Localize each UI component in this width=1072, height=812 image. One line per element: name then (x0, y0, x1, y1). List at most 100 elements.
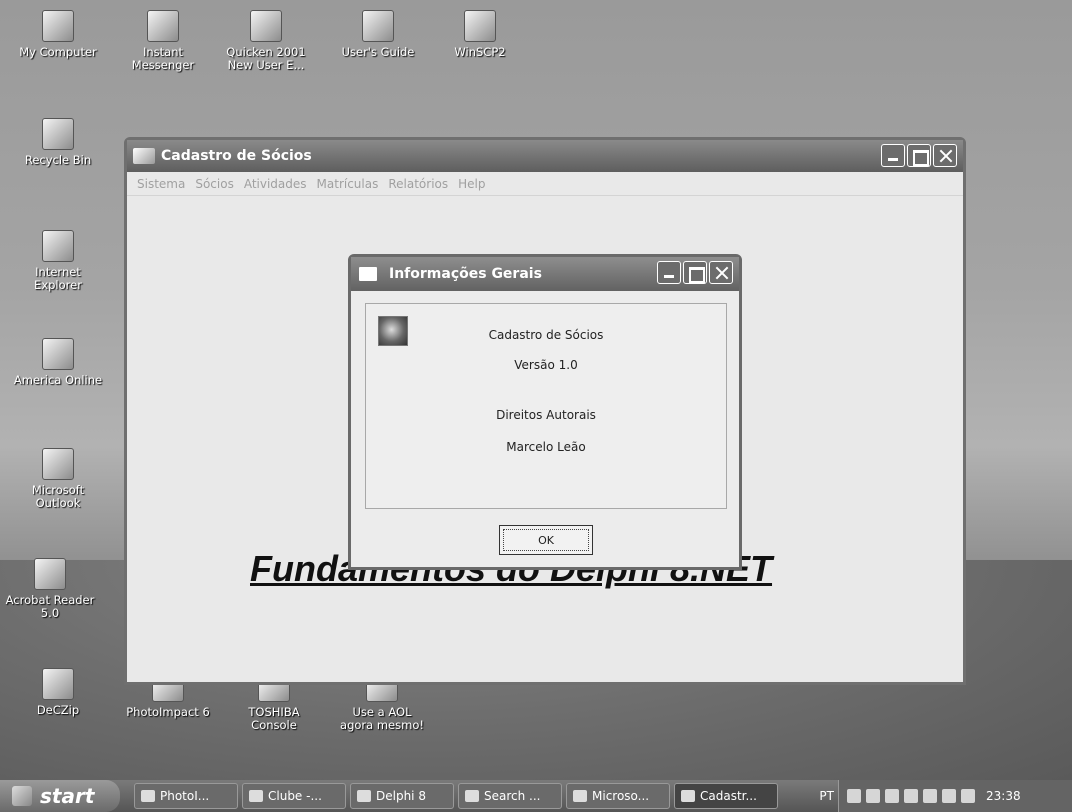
task-clube[interactable]: Clube -... (242, 783, 346, 809)
acrobat-icon (34, 558, 66, 590)
task-label: Clube -... (268, 789, 322, 803)
desktop-icon-toshiba-console[interactable]: TOSHIBA Console (226, 680, 322, 732)
menu-socios[interactable]: Sócios (195, 177, 233, 191)
desktop-icon-quicken[interactable]: Quicken 2001 New User E... (218, 10, 314, 72)
computer-icon (42, 10, 74, 42)
desktop-icon-use-aol[interactable]: Use a AOL agora mesmo! (334, 680, 430, 732)
dialog-minimize-button[interactable] (657, 261, 681, 284)
network-icon[interactable] (847, 789, 861, 803)
search-icon (465, 790, 479, 802)
task-label: PhotoI... (160, 789, 210, 803)
desktop-icon-label: PhotoImpact 6 (126, 705, 210, 719)
dialog-title: Informações Gerais (389, 266, 542, 282)
main-window-title: Cadastro de Sócios (161, 148, 312, 164)
desktop-icon-label: Use a AOL agora mesmo! (340, 705, 424, 733)
menu-bar: Sistema Sócios Atividades Matrículas Rel… (127, 172, 963, 196)
author-name: Marcelo Leão (506, 440, 586, 454)
desktop-icon-users-guide[interactable]: User's Guide (330, 10, 426, 59)
deczip-icon (42, 668, 74, 700)
minimize-button[interactable] (881, 144, 905, 167)
desktop-icon-america-online[interactable]: America Online (10, 338, 106, 387)
main-window-titlebar[interactable]: Cadastro de Sócios (127, 140, 963, 172)
desktop-icon-instant-messenger[interactable]: Instant Messenger (115, 10, 211, 72)
desktop-icon-label: Quicken 2001 New User E... (226, 45, 306, 73)
desktop-icon-label: Internet Explorer (34, 265, 82, 293)
desktop-icon-label: Recycle Bin (24, 153, 92, 167)
desktop-icon-acrobat-reader[interactable]: Acrobat Reader 5.0 (2, 558, 98, 620)
task-label: Microso... (592, 789, 650, 803)
menu-help[interactable]: Help (458, 177, 485, 191)
desktop-icon-my-computer[interactable]: My Computer (10, 10, 106, 59)
internet-explorer-icon (42, 230, 74, 262)
version-text: Versão 1.0 (514, 358, 578, 372)
start-label: start (40, 784, 95, 808)
ok-button[interactable]: OK (499, 525, 593, 555)
desktop-icon-deczip[interactable]: DeCZip (10, 668, 106, 717)
info-dialog[interactable]: Informações Gerais Cadastro de Sócios Ve… (348, 254, 742, 570)
menu-relatorios[interactable]: Relatórios (388, 177, 448, 191)
task-label: Delphi 8 (376, 789, 426, 803)
desktop-icon-winscp2[interactable]: WinSCP2 (432, 10, 528, 59)
tray-app-icon[interactable] (866, 789, 880, 803)
menu-atividades[interactable]: Atividades (244, 177, 307, 191)
desktop-icon-label: Microsoft Outlook (31, 483, 85, 511)
task-cadastro[interactable]: Cadastr... (674, 783, 778, 809)
tray-app-icon[interactable] (904, 789, 918, 803)
desktop-icon-photoimpact[interactable]: PhotoImpact 6 (120, 680, 216, 719)
volume-icon[interactable] (885, 789, 899, 803)
app-icon (141, 790, 155, 802)
tray-app-icon[interactable] (923, 789, 937, 803)
dialog-maximize-button[interactable] (683, 261, 707, 284)
task-buttons: PhotoI... Clube -... Delphi 8 Search ...… (134, 783, 778, 809)
handshake-icon (681, 790, 695, 802)
maximize-button[interactable] (907, 144, 931, 167)
window-controls (881, 144, 957, 167)
close-button[interactable] (933, 144, 957, 167)
app-icon (249, 790, 263, 802)
taskbar: start PhotoI... Clube -... Delphi 8 Sear… (0, 780, 1072, 812)
desktop-icon-label: America Online (13, 373, 103, 387)
outlook-icon (42, 448, 74, 480)
task-microsoft-word[interactable]: Microso... (566, 783, 670, 809)
menu-matriculas[interactable]: Matrículas (317, 177, 379, 191)
folder-icon (357, 790, 371, 802)
desktop-icon-label: TOSHIBA Console (248, 705, 300, 733)
window-icon (359, 267, 377, 281)
product-name: Cadastro de Sócios (488, 328, 604, 342)
word-icon (573, 790, 587, 802)
desktop-icon-label: WinSCP2 (454, 45, 506, 59)
desktop-icon-recycle-bin[interactable]: Recycle Bin (10, 118, 106, 167)
info-panel: Cadastro de Sócios Versão 1.0 Direitos A… (365, 303, 727, 509)
quicken-icon (250, 10, 282, 42)
bulb-icon[interactable] (942, 789, 956, 803)
clock[interactable]: 23:38 (986, 789, 1021, 803)
copyright-label: Direitos Autorais (496, 408, 596, 422)
recycle-bin-icon (42, 118, 74, 150)
desktop-icon-internet-explorer[interactable]: Internet Explorer (10, 230, 106, 292)
desktop-icon-microsoft-outlook[interactable]: Microsoft Outlook (10, 448, 106, 510)
dialog-window-controls (657, 261, 733, 284)
winscp-icon (464, 10, 496, 42)
dialog-close-button[interactable] (709, 261, 733, 284)
system-tray: 23:38 (838, 780, 1072, 812)
desktop-icon-label: Acrobat Reader 5.0 (5, 593, 95, 621)
dialog-titlebar[interactable]: Informações Gerais (351, 257, 739, 291)
desktop-icon-label: Instant Messenger (131, 45, 195, 73)
guide-icon (362, 10, 394, 42)
start-button[interactable]: start (0, 780, 120, 812)
task-photoimpact[interactable]: PhotoI... (134, 783, 238, 809)
task-delphi[interactable]: Delphi 8 (350, 783, 454, 809)
messenger-icon (147, 10, 179, 42)
aol-icon (42, 338, 74, 370)
task-search[interactable]: Search ... (458, 783, 562, 809)
desktop-icon-label: User's Guide (341, 45, 415, 59)
desktop-icon-label: My Computer (19, 45, 97, 59)
desktop-icon-label: DeCZip (36, 703, 80, 717)
task-label: Search ... (484, 789, 541, 803)
task-label: Cadastr... (700, 789, 757, 803)
windows-logo-icon (12, 786, 32, 806)
language-indicator[interactable]: PT (819, 780, 834, 812)
menu-sistema[interactable]: Sistema (137, 177, 185, 191)
tray-app-icon[interactable] (961, 789, 975, 803)
handshake-icon (133, 148, 155, 164)
